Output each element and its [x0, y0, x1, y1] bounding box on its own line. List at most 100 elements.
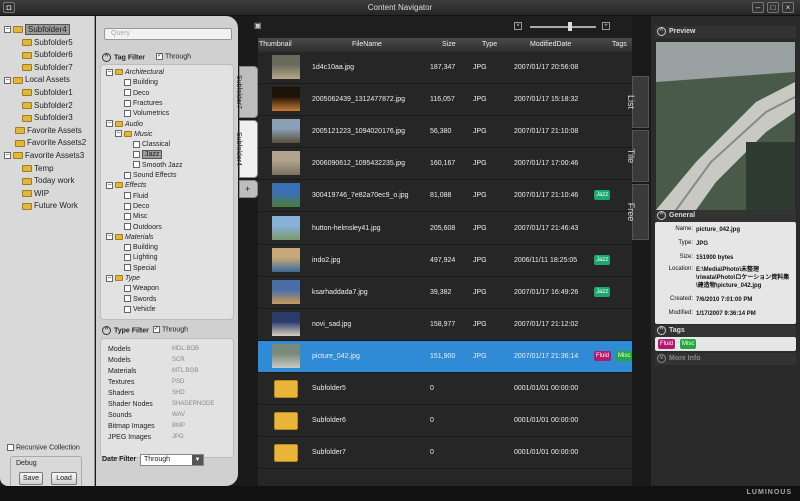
tag-checkbox[interactable]: [124, 192, 131, 200]
tag-item[interactable]: Building: [124, 78, 158, 88]
tree-item[interactable]: − Subfolder4: [4, 24, 70, 36]
tag-checkbox[interactable]: [133, 140, 140, 148]
recursive-checkbox[interactable]: [7, 444, 14, 451]
tag-checkbox[interactable]: [124, 89, 131, 97]
search-input[interactable]: Query: [104, 28, 232, 40]
view-tab-free[interactable]: Free: [626, 184, 649, 240]
collapse-toggle-icon[interactable]: −: [106, 120, 113, 128]
tag-through-option[interactable]: ✓ Through: [156, 53, 191, 60]
general-header[interactable]: ^ General: [655, 210, 796, 222]
collapse-toggle-icon[interactable]: −: [106, 233, 113, 241]
tag-checkbox[interactable]: [124, 305, 131, 313]
tag-item[interactable]: Outdoors: [124, 223, 162, 233]
column-size[interactable]: Size: [442, 41, 456, 48]
tag-checkbox[interactable]: [133, 161, 140, 169]
tree-item[interactable]: Subfolder2: [22, 100, 73, 112]
tree-item[interactable]: WIP: [22, 188, 49, 200]
file-row[interactable]: 2005062439_1312477872.jpg 116,057 JPG 2007/…: [258, 84, 632, 117]
tag-item[interactable]: Sound Effects: [124, 171, 176, 181]
tree-item[interactable]: Favorite Assets2: [15, 137, 86, 149]
zoom-slider[interactable]: [530, 26, 596, 28]
zoom-in-icon[interactable]: +: [602, 22, 610, 30]
tag-group[interactable]: − Architectural: [106, 68, 164, 78]
tag-item[interactable]: Special: [124, 264, 156, 274]
zoom-slider-handle[interactable]: [568, 22, 572, 31]
tag-checkbox[interactable]: [124, 109, 131, 117]
tree-item[interactable]: Subfolder5: [22, 37, 73, 49]
type-filter-item[interactable]: Models SCR: [108, 356, 185, 365]
tag-item[interactable]: Fluid: [124, 192, 148, 202]
tag-checkbox[interactable]: [133, 151, 140, 159]
tag-checkbox[interactable]: [124, 254, 131, 262]
collapse-toggle-icon[interactable]: −: [4, 26, 11, 34]
tab-subfolder4[interactable]: Subfolder4: [235, 120, 258, 178]
load-button[interactable]: Load: [51, 472, 77, 485]
collapse-icon[interactable]: ^: [657, 26, 666, 36]
type-filter-item[interactable]: Shaders SHD: [108, 389, 185, 398]
tag-checkbox[interactable]: [124, 264, 131, 272]
type-through-checkbox[interactable]: ✓: [153, 326, 160, 333]
collapse-toggle-icon[interactable]: −: [106, 181, 113, 189]
view-tab-tile[interactable]: Tile: [626, 130, 649, 182]
maximize-icon[interactable]: □: [767, 2, 779, 13]
type-filter-item[interactable]: Shader Nodes SHADERNODE: [108, 400, 214, 409]
collapse-icon[interactable]: ^: [102, 326, 111, 335]
collapse-toggle-icon[interactable]: −: [4, 76, 11, 84]
tag-item[interactable]: Swords: [124, 295, 156, 305]
tree-item[interactable]: Future Work: [22, 200, 78, 212]
tag-group[interactable]: − Effects: [106, 181, 146, 191]
tree-item[interactable]: Temp: [22, 163, 54, 175]
tag-checkbox[interactable]: [124, 99, 131, 107]
tag-checkbox[interactable]: [124, 202, 131, 210]
tree-item[interactable]: Subfolder7: [22, 62, 73, 74]
tag-checkbox[interactable]: [124, 223, 131, 231]
file-row[interactable]: 2006090612_1095432235.jpg 160,167 JPG 2007/…: [258, 148, 632, 181]
type-filter-item[interactable]: JPEG Images JPG: [108, 433, 184, 442]
tag-group[interactable]: − Music: [115, 130, 152, 140]
tag-checkbox[interactable]: [124, 212, 131, 220]
tree-item[interactable]: − Local Assets: [4, 74, 70, 86]
type-filter-item[interactable]: Textures PSD: [108, 378, 184, 387]
collapse-toggle-icon[interactable]: −: [106, 274, 113, 282]
collapse-toggle-icon[interactable]: −: [4, 152, 11, 160]
tags-header[interactable]: ^ Tags: [655, 325, 796, 337]
tree-item[interactable]: Favorite Assets: [15, 125, 82, 137]
tag-item[interactable]: Jazz: [133, 150, 163, 160]
tag-checkbox[interactable]: [124, 284, 131, 292]
tree-item[interactable]: − Favorite Assets3: [4, 150, 84, 162]
tree-item[interactable]: Subfolder1: [22, 87, 73, 99]
tag-item[interactable]: Weapon: [124, 284, 159, 294]
tag-item[interactable]: Classical: [133, 140, 170, 150]
preview-header[interactable]: ^ Preview: [655, 26, 796, 38]
tag-checkbox[interactable]: [124, 243, 131, 251]
column-filename[interactable]: FileName: [352, 41, 382, 48]
tag-checkbox[interactable]: [124, 171, 131, 179]
collapse-toggle-icon[interactable]: −: [115, 130, 122, 138]
file-row[interactable]: 1d4c10aa.jpg 187,347 JPG 2007/01/17 20:56:0…: [258, 52, 632, 84]
type-filter-item[interactable]: Bitmap Images BMP: [108, 422, 185, 431]
collapse-toggle-icon[interactable]: −: [106, 68, 113, 76]
dropdown-arrow-icon[interactable]: ▼: [192, 455, 203, 465]
tag-item[interactable]: Volumetrics: [124, 109, 169, 119]
file-row[interactable]: picture_042.jpg 151,900 JPG 2007/01/17 21:3…: [258, 340, 633, 373]
type-filter-item[interactable]: Sounds WAV: [108, 411, 185, 420]
collapse-icon[interactable]: ^: [102, 53, 111, 62]
tag-item[interactable]: Deco: [124, 89, 149, 99]
tag-item[interactable]: Fractures: [124, 99, 163, 109]
camera-icon[interactable]: ▣: [254, 21, 264, 31]
file-row[interactable]: indo2.jpg 497,924 JPG 2006/11/11 18:25:05 Ja…: [258, 245, 632, 277]
type-through-option[interactable]: ✓ Through: [153, 326, 188, 333]
tree-item[interactable]: Subfolder3: [22, 112, 73, 124]
folder-row[interactable]: Subfolder6 0 0001/01/01 00:00:00: [258, 405, 632, 438]
column-type[interactable]: Type: [482, 41, 497, 48]
tag-checkbox[interactable]: [124, 78, 131, 86]
type-filter-item[interactable]: Models MDL.BOB: [108, 345, 199, 354]
more-info-header[interactable]: v More Info: [655, 353, 796, 365]
file-row[interactable]: 300419746_7e82a70ec9_o.jpg 81,088 JPG 2007/…: [258, 180, 632, 213]
tag-item[interactable]: Deco: [124, 202, 149, 212]
folder-row[interactable]: Subfolder5 0 0001/01/01 00:00:00: [258, 373, 632, 405]
file-row[interactable]: ksarhaddada7.jpg 39,382 JPG 2007/01/17 16:4…: [258, 277, 632, 309]
zoom-out-icon[interactable]: ×: [514, 22, 522, 30]
collapse-icon[interactable]: ^: [657, 210, 666, 220]
expand-icon[interactable]: v: [657, 353, 666, 363]
